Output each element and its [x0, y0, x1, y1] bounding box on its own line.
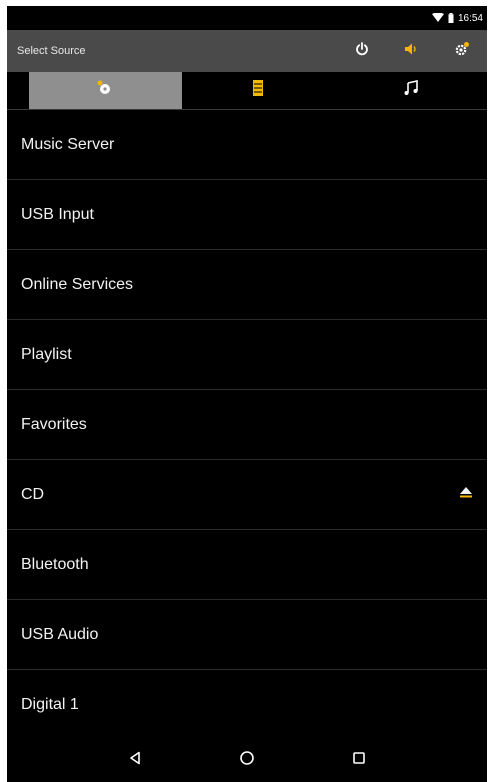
back-icon [128, 751, 142, 770]
source-label: USB Input [21, 205, 94, 223]
app-bar-actions [337, 30, 487, 72]
status-bar: 16:54 [7, 6, 487, 30]
power-button[interactable] [337, 30, 387, 72]
source-icon [96, 79, 114, 102]
source-label: Digital 1 [21, 695, 79, 713]
source-item-digital-1[interactable]: Digital 1 [7, 670, 487, 740]
battery-icon [448, 13, 454, 23]
app-bar: Select Source [7, 30, 487, 72]
source-label: Playlist [21, 345, 72, 363]
settings-icon [454, 41, 470, 62]
system-nav-bar [7, 738, 487, 782]
settings-button[interactable] [437, 30, 487, 72]
eject-icon[interactable] [459, 485, 473, 504]
tab-bar [7, 72, 487, 110]
source-label: Bluetooth [21, 555, 89, 573]
source-item-playlist[interactable]: Playlist [7, 320, 487, 390]
tab-now-playing[interactable] [334, 72, 487, 109]
source-item-bluetooth[interactable]: Bluetooth [7, 530, 487, 600]
wifi-icon [431, 13, 444, 23]
source-label: Online Services [21, 275, 134, 293]
source-item-favorites[interactable]: Favorites [7, 390, 487, 460]
tab-sources[interactable] [29, 72, 182, 109]
source-item-cd[interactable]: CD [7, 460, 487, 530]
source-label: Favorites [21, 415, 87, 433]
source-item-usb-audio[interactable]: USB Audio [7, 600, 487, 670]
source-item-music-server[interactable]: Music Server [7, 110, 487, 180]
music-note-icon [403, 80, 419, 101]
source-item-usb-input[interactable]: USB Input [7, 180, 487, 250]
source-label: USB Audio [21, 625, 99, 643]
power-icon [355, 41, 369, 61]
home-icon [239, 750, 255, 771]
source-label: Music Server [21, 135, 115, 153]
app-screen: 16:54 Select Source Music Server USB Inp… [7, 6, 487, 782]
home-button[interactable] [232, 745, 262, 775]
source-label: CD [21, 485, 45, 503]
status-time: 16:54 [457, 12, 483, 24]
tab-queue[interactable] [182, 72, 335, 109]
volume-button[interactable] [387, 30, 437, 72]
tab-bar-spacer [7, 72, 29, 109]
page-title: Select Source [17, 45, 86, 57]
recents-icon [352, 751, 366, 770]
queue-icon [252, 79, 264, 102]
volume-icon [404, 42, 420, 61]
source-list: Music Server USB Input Online Services P… [7, 110, 487, 740]
source-item-online-services[interactable]: Online Services [7, 250, 487, 320]
back-button[interactable] [120, 745, 150, 775]
recents-button[interactable] [344, 745, 374, 775]
